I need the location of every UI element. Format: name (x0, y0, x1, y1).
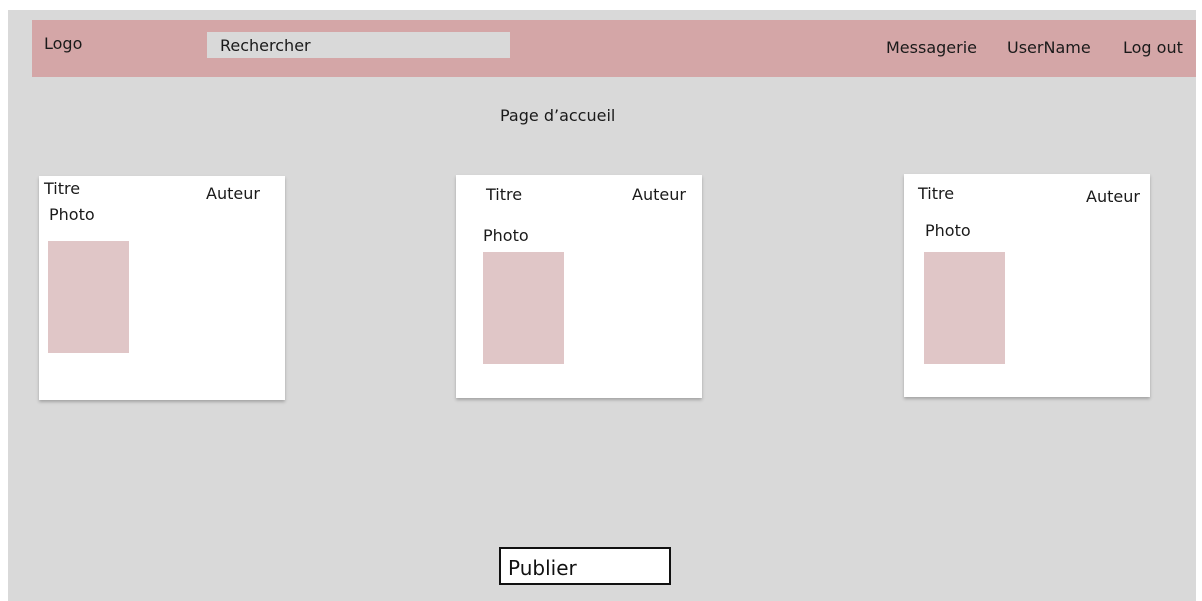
top-header: Logo Messagerie UserName Log out (32, 20, 1196, 77)
post-card[interactable]: Titre Auteur Photo (456, 175, 702, 398)
post-author: Auteur (632, 185, 686, 204)
post-title: Titre (486, 185, 523, 204)
search-input[interactable] (207, 32, 510, 58)
nav-messagerie-link[interactable]: Messagerie (886, 38, 977, 57)
logo[interactable]: Logo (44, 34, 82, 53)
post-photo-placeholder (483, 252, 564, 364)
post-photo-label: Photo (925, 221, 971, 240)
nav-logout-link[interactable]: Log out (1123, 38, 1183, 57)
post-photo-placeholder (48, 241, 129, 353)
post-author: Auteur (1086, 187, 1140, 206)
nav-username-link[interactable]: UserName (1007, 38, 1091, 57)
post-photo-placeholder (924, 252, 1005, 364)
post-card[interactable]: Titre Auteur Photo (39, 176, 285, 400)
publish-button[interactable]: Publier (499, 547, 671, 585)
post-photo-label: Photo (483, 226, 529, 245)
post-photo-label: Photo (49, 205, 95, 224)
post-title: Titre (44, 179, 81, 198)
page-title: Page d’accueil (500, 106, 616, 125)
page-canvas: Logo Messagerie UserName Log out Page d’… (8, 10, 1196, 601)
post-title: Titre (918, 184, 955, 203)
post-card[interactable]: Titre Auteur Photo (904, 174, 1150, 397)
post-author: Auteur (206, 184, 260, 203)
